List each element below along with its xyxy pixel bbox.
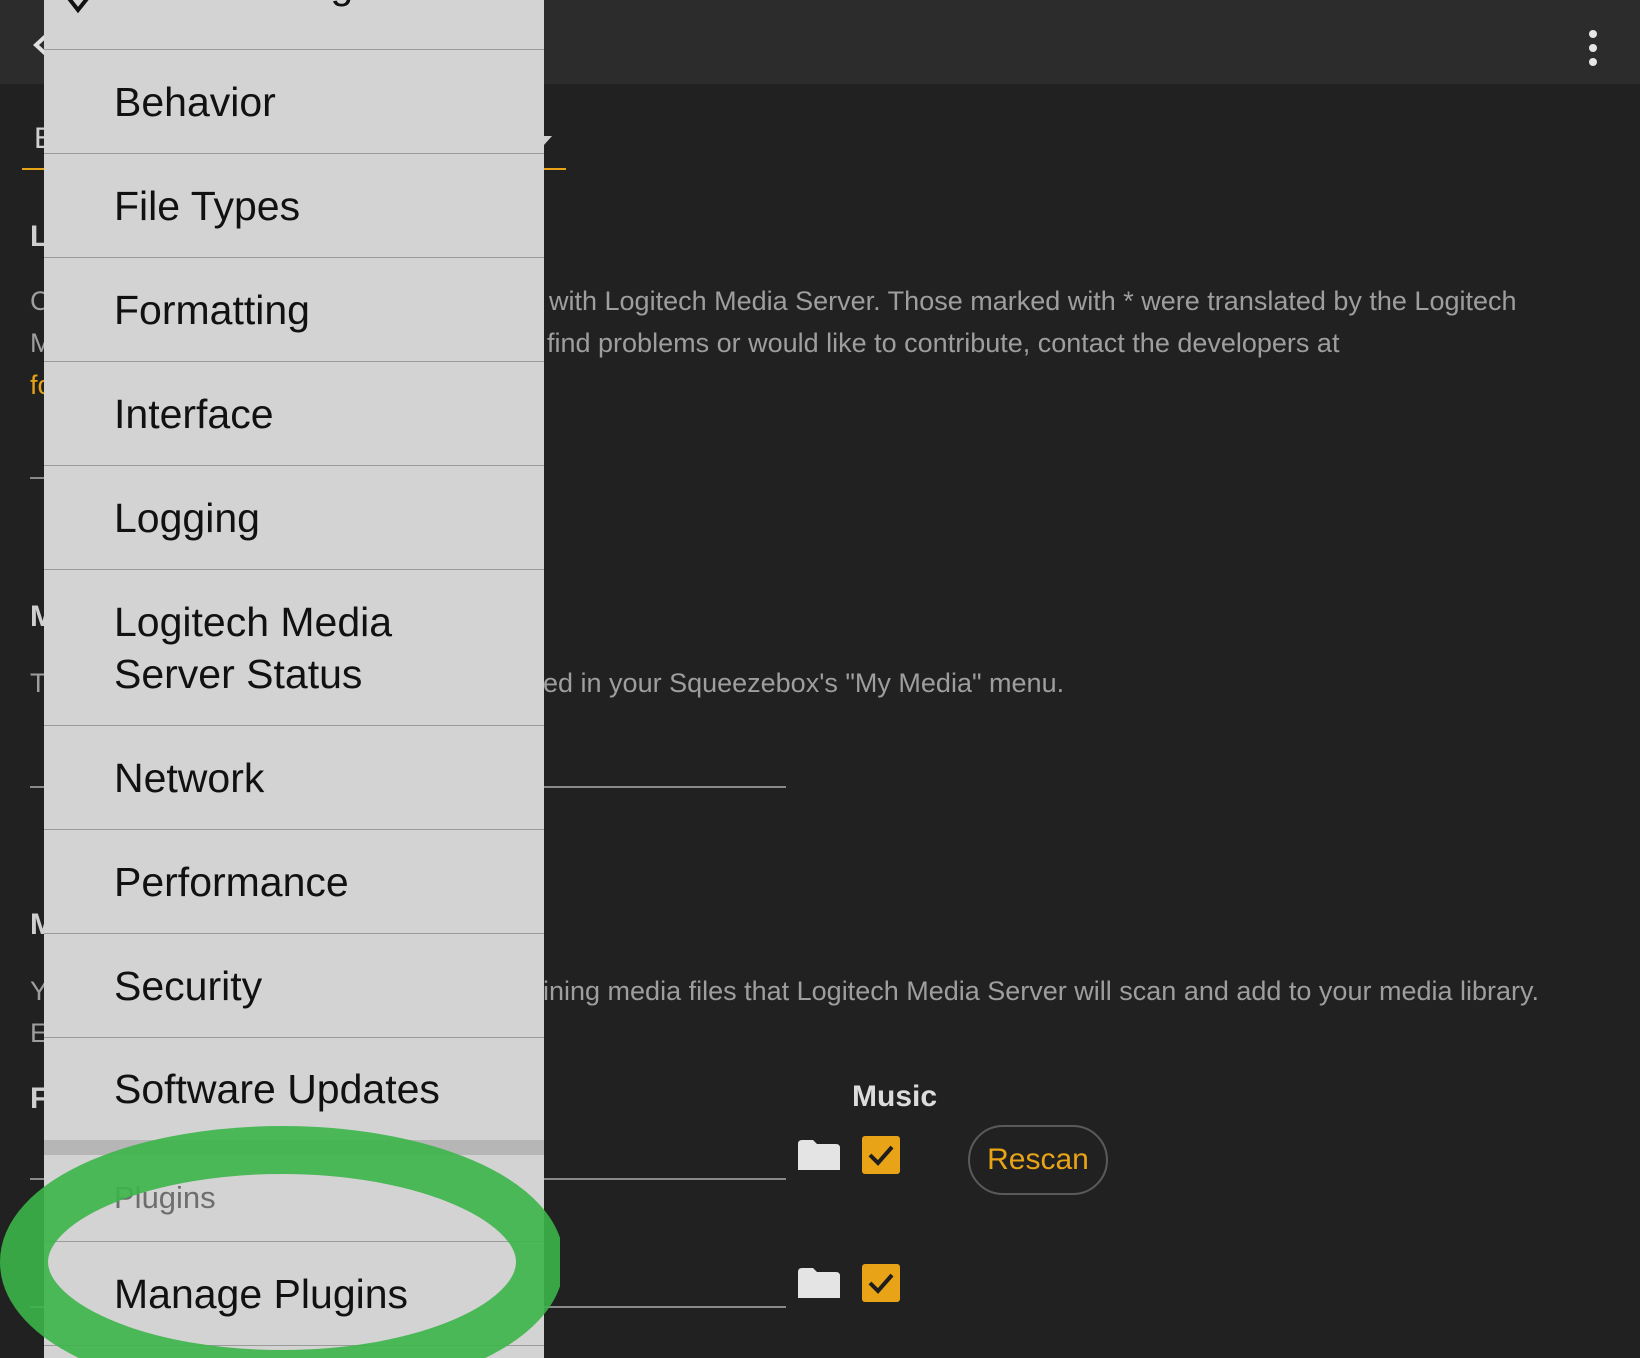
checkmark-icon <box>868 1145 894 1166</box>
rescan-button[interactable]: Rescan <box>968 1125 1108 1195</box>
menu-item-server-status[interactable]: Logitech Media Server Status <box>44 570 544 726</box>
folder-browse-icon[interactable] <box>798 1268 840 1298</box>
menu-item-network[interactable]: Network <box>44 726 544 830</box>
menu-item-label: File Types <box>114 182 301 229</box>
menu-item-performance[interactable]: Performance <box>44 830 544 934</box>
music-checkbox-1[interactable] <box>862 1136 900 1174</box>
menu-item-manage-plugins[interactable]: Manage Plugins <box>44 1242 544 1346</box>
menu-item-label: Basic Settings <box>114 0 374 10</box>
menu-item-software-updates[interactable]: Software Updates <box>44 1038 544 1140</box>
music-column-heading: Music <box>852 1080 938 1113</box>
folder-browse-icon[interactable] <box>798 1140 840 1170</box>
menu-item-label: Performance <box>114 858 349 905</box>
menu-item-formatting[interactable]: Formatting <box>44 258 544 362</box>
music-checkbox-2[interactable] <box>862 1264 900 1302</box>
menu-item-label: Security <box>114 962 263 1009</box>
menu-item-interface[interactable]: Interface <box>44 362 544 466</box>
menu-item-label: Software Updates <box>114 1066 440 1112</box>
selected-check-icon <box>67 0 89 14</box>
menu-item-label: Logging <box>114 494 260 541</box>
menu-item-security[interactable]: Security <box>44 934 544 1038</box>
media-desc-line: ed in your Squeezebox's "My Media" menu. <box>543 668 1065 698</box>
menu-item-label: Network <box>114 754 265 801</box>
menu-item-file-types[interactable]: File Types <box>44 154 544 258</box>
menu-group-divider <box>44 1140 544 1155</box>
overflow-menu-icon[interactable] <box>1586 30 1600 66</box>
menu-item-label: Behavior <box>114 78 276 125</box>
menu-item-basic-settings[interactable]: Basic Settings <box>44 0 544 50</box>
menu-item-logging[interactable]: Logging <box>44 466 544 570</box>
menu-item-label: Interface <box>114 390 274 437</box>
checkmark-icon <box>868 1273 894 1294</box>
menu-item-behavior[interactable]: Behavior <box>44 50 544 154</box>
settings-section-menu: Basic Settings Behavior File Types Forma… <box>44 0 544 1358</box>
menu-item-label: Logitech Media Server Status <box>114 598 393 697</box>
folders-desc-line-1: ining media files that Logitech Media Se… <box>543 976 1540 1006</box>
menu-item-label: Manage Plugins <box>114 1270 409 1317</box>
language-desc-line-2: find problems or would like to contribut… <box>547 328 1340 358</box>
language-desc-line-1: with Logitech Media Server. Those marked… <box>549 286 1517 316</box>
menu-group-header-plugins: Plugins <box>44 1155 544 1242</box>
menu-item-label: Formatting <box>114 286 310 333</box>
